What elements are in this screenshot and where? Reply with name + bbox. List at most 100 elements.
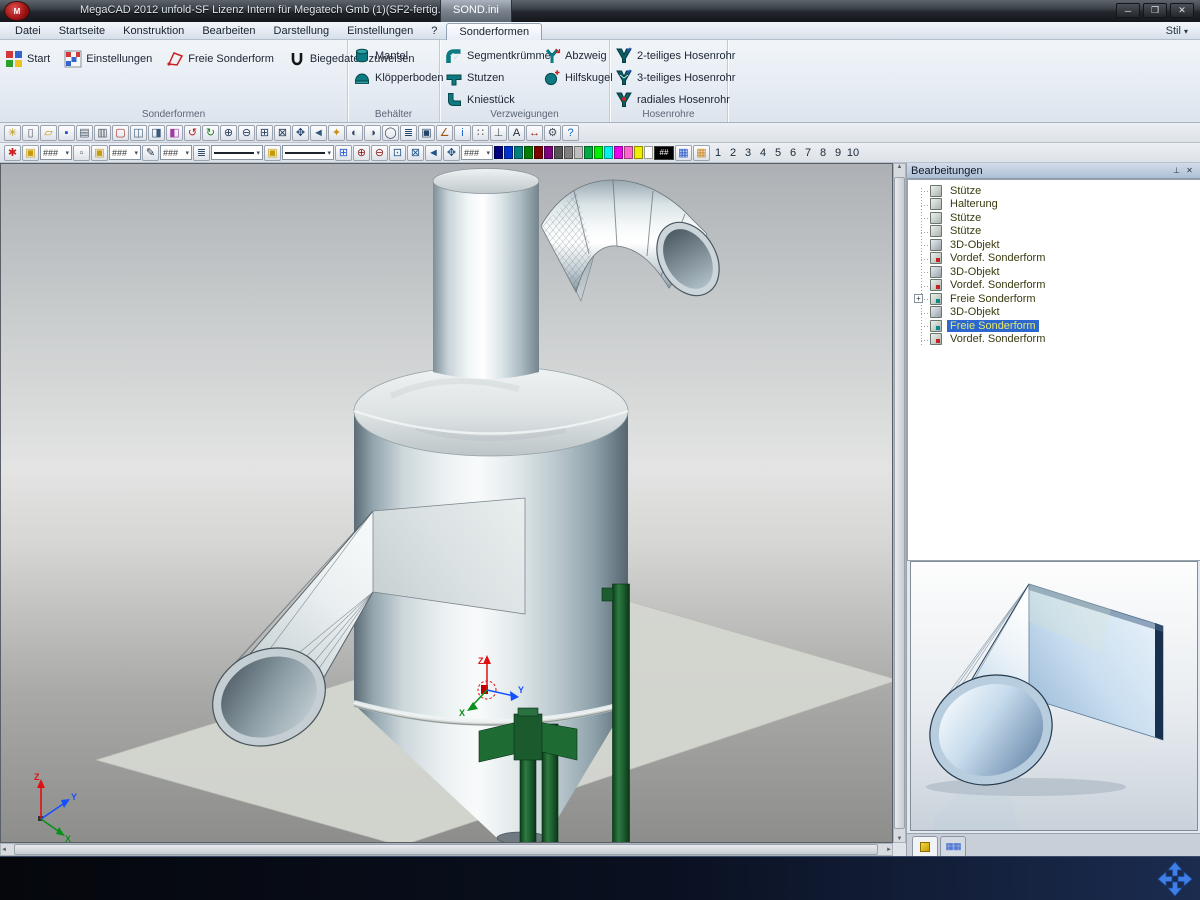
ortho-icon[interactable]: ⊥	[490, 125, 507, 141]
tree-item-3d-objekt-1[interactable]: 3D-Objekt	[908, 238, 1200, 252]
layer-lock-icon[interactable]: ▣	[22, 145, 39, 161]
3d-scene[interactable]: Z Y X Z Y X	[1, 164, 892, 842]
maximize-button[interactable]: ❐	[1143, 3, 1167, 18]
redo-icon[interactable]: ↻	[202, 125, 219, 141]
groups-icon[interactable]: ▣	[418, 125, 435, 141]
pan-view-icon[interactable]: ✥	[443, 145, 460, 161]
color-swatch[interactable]	[544, 146, 553, 159]
views-icon[interactable]: ◨	[148, 125, 165, 141]
einstellungen-button[interactable]: Einstellungen	[59, 48, 157, 70]
view-number-4[interactable]: 4	[756, 147, 770, 159]
line-width-select-dropdown[interactable]: ▾	[211, 145, 263, 160]
minimize-button[interactable]: ─	[1116, 3, 1140, 18]
grid-toggle-icon[interactable]: ⊞	[335, 145, 352, 161]
open-file-icon[interactable]: ▱	[40, 125, 57, 141]
kloepperboden-button[interactable]: Klöpperboden	[348, 67, 439, 89]
view-number-10[interactable]: 10	[846, 147, 860, 159]
redraw-icon[interactable]: ✦	[328, 125, 345, 141]
tree-item-vordef-3[interactable]: Vordef. Sonderform	[908, 333, 1200, 347]
layers-icon[interactable]: ≣	[400, 125, 417, 141]
pan-navigation-cross-icon[interactable]	[1156, 860, 1194, 898]
scale-select-dropdown[interactable]: ###▾	[461, 145, 493, 160]
delete-sheet-icon[interactable]: ▢	[112, 125, 129, 141]
group-lock-icon[interactable]: ▣	[91, 145, 108, 161]
tree-item-3d-objekt-3[interactable]: 3D-Objekt	[908, 306, 1200, 320]
hatch-table-icon[interactable]: ▦	[675, 145, 692, 161]
view-number-1[interactable]: 1	[711, 147, 725, 159]
line-layers-icon[interactable]: ≣	[193, 145, 210, 161]
tree-item-stuetze-1[interactable]: Stütze	[908, 184, 1200, 198]
mantel-button[interactable]: Mantel	[348, 45, 439, 67]
document-tab[interactable]: SOND.ini	[440, 0, 512, 22]
view-number-8[interactable]: 8	[816, 147, 830, 159]
vessel-dome[interactable]	[354, 366, 628, 456]
color-swatch[interactable]	[554, 146, 563, 159]
scroll-up-icon[interactable]: ▲	[897, 164, 903, 170]
dimension-icon[interactable]: ↔	[526, 125, 543, 141]
layer-new-icon[interactable]: ▫	[73, 145, 90, 161]
group-select-dropdown[interactable]: ###▾	[109, 145, 141, 160]
menu-sonderformen[interactable]: Sonderformen	[446, 23, 542, 40]
tree-item-stuetze-3[interactable]: Stütze	[908, 225, 1200, 239]
pen-select-dropdown[interactable]: ###▾	[160, 145, 192, 160]
start-button[interactable]: Start	[0, 48, 55, 70]
hosenrohr-2-button[interactable]: 2-teiliges Hosenrohr	[610, 45, 727, 67]
stutzen-button[interactable]: Stutzen	[440, 67, 538, 89]
palette-icon[interactable]: ◧	[166, 125, 183, 141]
tree-item-halterung[interactable]: Halterung	[908, 198, 1200, 212]
tree-item-stuetze-2[interactable]: Stütze	[908, 211, 1200, 225]
zoom-in-icon[interactable]: ⊕	[353, 145, 370, 161]
color-swatch[interactable]	[504, 146, 513, 159]
pattern-fill-chip[interactable]: ##	[654, 146, 674, 160]
line-style-select-dropdown[interactable]: ▾	[282, 145, 334, 160]
color-swatch[interactable]	[634, 146, 643, 159]
top-pipe[interactable]	[433, 169, 539, 380]
zoom-previous-icon[interactable]: ◄	[425, 145, 442, 161]
new-drawing-icon[interactable]: ▯	[22, 125, 39, 141]
tree-item-vordef-1[interactable]: Vordef. Sonderform	[908, 252, 1200, 266]
preview-tab[interactable]	[912, 836, 938, 856]
color-swatch[interactable]	[644, 146, 653, 159]
screen-settings-icon[interactable]: ✳	[4, 125, 21, 141]
previous-view-icon[interactable]: ◄	[310, 125, 327, 141]
help-icon[interactable]: ?	[562, 125, 579, 141]
zoom-window-icon[interactable]: ⊞	[256, 125, 273, 141]
pin-icon[interactable]: ⊥	[1170, 165, 1183, 177]
style-dropdown[interactable]: Stil ▾	[1166, 25, 1188, 37]
view-number-5[interactable]: 5	[771, 147, 785, 159]
print-area-icon[interactable]: ▥	[94, 125, 111, 141]
measure-icon[interactable]: ∠	[436, 125, 453, 141]
part-preview-pane[interactable]	[910, 561, 1198, 831]
tree-item-3d-objekt-2[interactable]: 3D-Objekt	[908, 265, 1200, 279]
menu-einstellungen[interactable]: Einstellungen	[338, 23, 422, 39]
options-icon[interactable]: ⚙	[544, 125, 561, 141]
view-number-9[interactable]: 9	[831, 147, 845, 159]
bend-pipe[interactable]	[541, 180, 732, 307]
close-button[interactable]: ✕	[1170, 3, 1194, 18]
zoom-fit-icon[interactable]: ⊠	[407, 145, 424, 161]
color-swatch[interactable]	[564, 146, 573, 159]
text-tool-icon[interactable]: A	[508, 125, 525, 141]
menu-darstellung[interactable]: Darstellung	[265, 23, 339, 39]
color-swatch[interactable]	[594, 146, 603, 159]
viewport[interactable]: Z Y X Z Y X	[0, 163, 893, 843]
color-swatch[interactable]	[534, 146, 543, 159]
save-icon[interactable]: ▪	[58, 125, 75, 141]
scroll-left-icon[interactable]: ◄	[1, 847, 7, 853]
color-swatch[interactable]	[614, 146, 623, 159]
kniestueck-button[interactable]: Kniestück	[440, 89, 538, 111]
snap-grid-icon[interactable]: ∷	[472, 125, 489, 141]
color-swatch[interactable]	[514, 146, 523, 159]
tree-item-vordef-2[interactable]: Vordef. Sonderform	[908, 279, 1200, 293]
snap-marker-icon[interactable]: ✱	[4, 145, 21, 161]
wireframe-mode-icon[interactable]: ◯	[382, 125, 399, 141]
scroll-down-icon[interactable]: ▼	[897, 836, 903, 842]
color-swatch[interactable]	[604, 146, 613, 159]
zoom-all-icon[interactable]: ⊠	[274, 125, 291, 141]
close-panel-icon[interactable]: ✕	[1183, 165, 1196, 177]
menu-bearbeiten[interactable]: Bearbeiten	[193, 23, 264, 39]
color-swatch[interactable]	[624, 146, 633, 159]
color-swatch[interactable]	[524, 146, 533, 159]
hidden-line-mode-icon[interactable]: ◑	[364, 125, 381, 141]
tree-item-freie-2-selected[interactable]: Freie Sonderform	[908, 319, 1200, 333]
